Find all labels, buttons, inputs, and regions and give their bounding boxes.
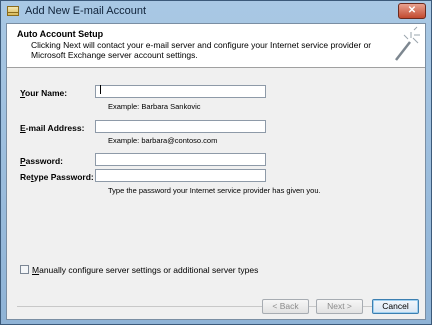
email-field[interactable] [95, 120, 266, 133]
email-example: Example: barbara@contoso.com [108, 136, 218, 145]
retype-password-label: Retype Password: [20, 172, 94, 182]
cancel-button[interactable]: Cancel [372, 299, 419, 314]
header-description: Clicking Next will contact your e-mail s… [31, 40, 372, 60]
email-label: E-mail Address: [20, 123, 85, 133]
name-field[interactable] [95, 85, 266, 98]
wizard-header: Auto Account Setup Clicking Next will co… [7, 24, 425, 68]
password-hint: Type the password your Internet service … [108, 186, 321, 195]
add-email-account-window: Add New E-mail Account ✕ Auto Account Se… [0, 0, 432, 325]
manual-config-label[interactable]: Manually configure server settings or ad… [32, 265, 258, 275]
name-example: Example: Barbara Sankovic [108, 102, 201, 111]
manual-config-checkbox[interactable] [20, 265, 29, 274]
dialog-client-area: Auto Account Setup Clicking Next will co… [6, 23, 426, 320]
header-title: Auto Account Setup [17, 29, 104, 39]
close-button[interactable]: ✕ [398, 3, 426, 19]
back-button[interactable]: < Back [262, 299, 309, 314]
text-caret [100, 85, 101, 94]
next-button[interactable]: Next > [316, 299, 363, 314]
magic-wand-icon [395, 26, 420, 61]
retype-password-field[interactable] [95, 169, 266, 182]
mail-account-icon [7, 6, 19, 16]
name-label: Your Name: [20, 88, 68, 98]
password-label: Password: [20, 156, 63, 166]
window-title: Add New E-mail Account [25, 5, 147, 17]
title-bar: Add New E-mail Account ✕ [1, 1, 431, 23]
password-field[interactable] [95, 153, 266, 166]
